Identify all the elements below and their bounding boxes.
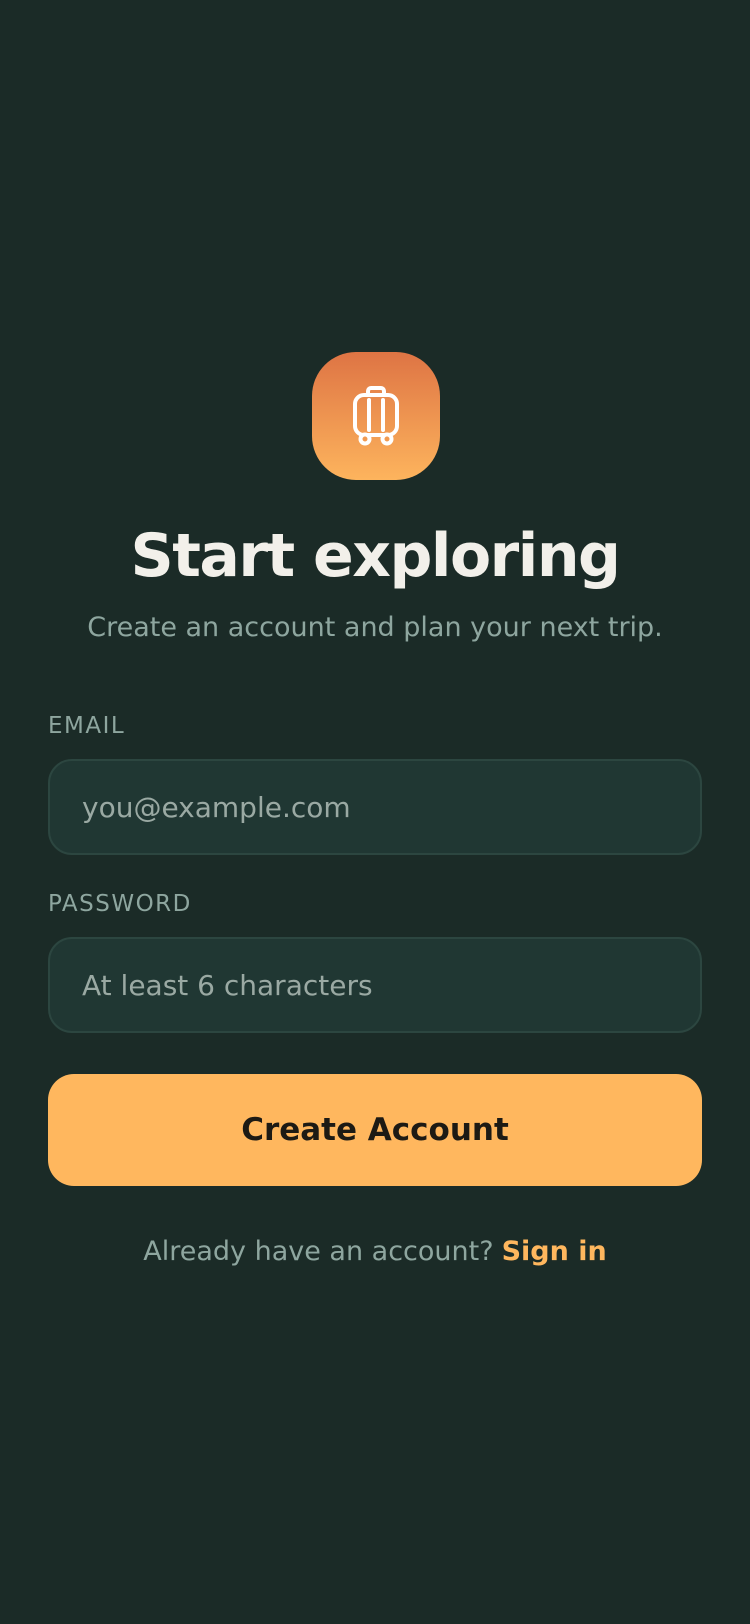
page-subtitle: Create an account and plan your next tri…	[87, 612, 663, 643]
signin-prompt-text: Already have an account?	[143, 1236, 494, 1267]
email-field[interactable]	[48, 759, 702, 855]
luggage-icon	[353, 386, 399, 446]
sign-in-link[interactable]: Sign in	[502, 1236, 607, 1267]
password-field[interactable]	[48, 937, 702, 1033]
create-account-button[interactable]: Create Account	[48, 1074, 702, 1186]
page-title: Start exploring	[130, 521, 622, 591]
email-label: EMAIL	[48, 713, 126, 739]
app-logo	[312, 352, 440, 480]
password-label: PASSWORD	[48, 891, 192, 917]
signup-screen: Start exploring Create an account and pl…	[0, 0, 750, 1624]
signin-prompt: Already have an account? Sign in	[0, 1234, 750, 1270]
